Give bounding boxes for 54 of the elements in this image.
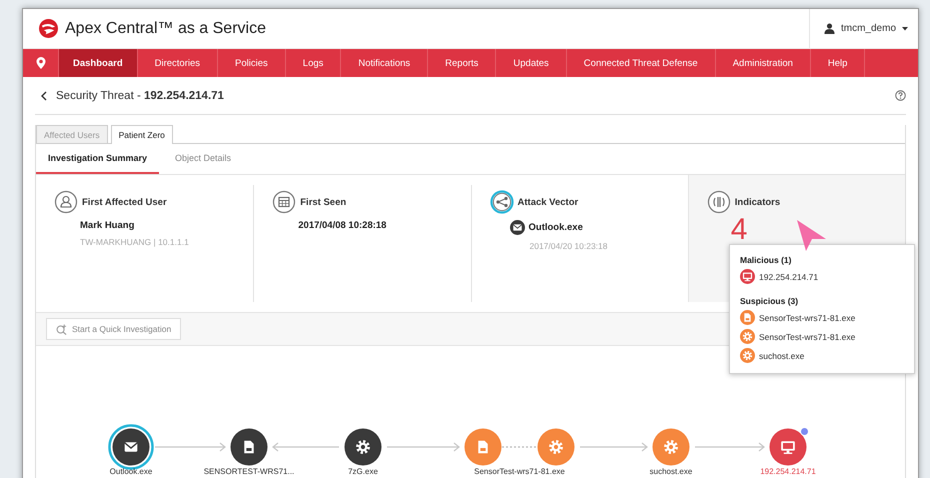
dashed-link: [502, 446, 538, 448]
nav-item[interactable]: Connected Threat Defense: [566, 49, 716, 77]
card-detail: 2017/04/20 10:23:18: [528, 241, 608, 251]
person-icon: [824, 23, 835, 34]
indicator-item[interactable]: SensorTest-wrs71-81.exe: [759, 332, 856, 342]
node-label: 192.254.214.71: [759, 467, 817, 476]
sub-tab[interactable]: Investigation Summary: [36, 144, 160, 174]
nav-item[interactable]: Notifications: [341, 49, 428, 77]
caret-icon: [902, 26, 908, 30]
indicator-item[interactable]: 192.254.214.71: [759, 272, 818, 282]
user-menu[interactable]: tmcm_demo: [808, 9, 918, 48]
indicator-item[interactable]: suchost.exe: [759, 350, 804, 360]
node-label: SensorTest-wrs71-81.exe: [473, 467, 566, 476]
indicator-item[interactable]: SensorTest-wrs71-81.exe: [759, 312, 856, 322]
node-label: suchost.exe: [648, 467, 694, 476]
gear-icon: [740, 329, 755, 344]
card-value: Mark Huang: [80, 220, 136, 231]
sub-tab[interactable]: Object Details: [163, 144, 244, 174]
nav-item[interactable]: Administration: [716, 49, 811, 77]
nav-item[interactable]: Directories: [138, 49, 218, 77]
nav-item[interactable]: Logs: [286, 49, 342, 77]
file-icon: [740, 310, 755, 325]
back-icon[interactable]: [41, 90, 47, 100]
card-value: Outlook.exe: [528, 222, 583, 233]
nav-item[interactable]: Dashboard: [59, 49, 138, 77]
card-title: First Affected User: [82, 196, 167, 208]
node-label: SENSORTEST-WRS71...: [202, 467, 296, 476]
card-detail: TW-MARKHUANG | 10.1.1.1: [80, 237, 190, 247]
monitor-icon: [740, 269, 755, 284]
card-title: Indicators: [734, 196, 780, 208]
node-label: Outlook.exe: [108, 467, 154, 476]
card-title: Attack Vector: [518, 196, 578, 208]
nav-item[interactable]: Policies: [218, 49, 286, 77]
gear-icon: [740, 348, 755, 363]
location-pin-icon: [36, 57, 46, 69]
cursor-icon: [795, 218, 827, 252]
mail-icon: [510, 220, 524, 235]
nav-item[interactable]: Updates: [496, 49, 567, 77]
tab[interactable]: Patient Zero: [110, 125, 173, 144]
logo-icon: [39, 19, 58, 38]
section-heading: Malicious (1): [740, 255, 792, 265]
nav-item[interactable]: Help: [810, 49, 866, 77]
help-icon[interactable]: [895, 90, 906, 101]
app-title: Apex Central™ as a Service: [65, 20, 266, 38]
node-label: 7zG.exe: [347, 467, 379, 476]
indicator-count[interactable]: 4: [730, 214, 748, 246]
search-plus-icon: [56, 324, 67, 334]
section-heading: Suspicious (3): [740, 296, 798, 306]
nav-item[interactable]: Reports: [428, 49, 496, 77]
card-value: 2017/04/08 10:28:18: [298, 220, 388, 231]
card-title: First Seen: [300, 196, 346, 208]
page-title: Security Threat - 192.254.214.71: [56, 90, 224, 102]
tab[interactable]: Affected Users: [36, 125, 108, 143]
quick-investigation-button[interactable]: Start a Quick Investigation: [46, 318, 182, 340]
